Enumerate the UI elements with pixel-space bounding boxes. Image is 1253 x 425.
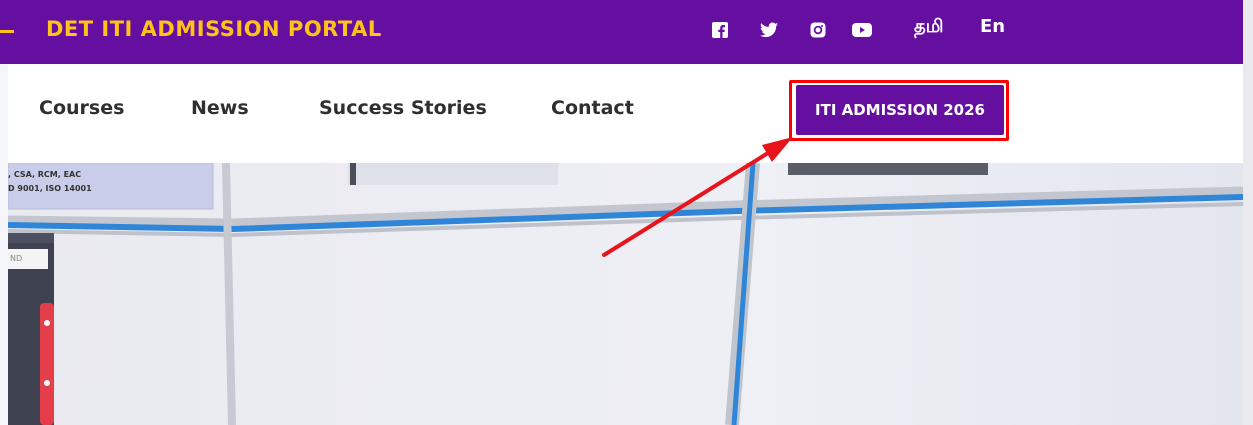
annotation-arrow	[602, 137, 793, 257]
